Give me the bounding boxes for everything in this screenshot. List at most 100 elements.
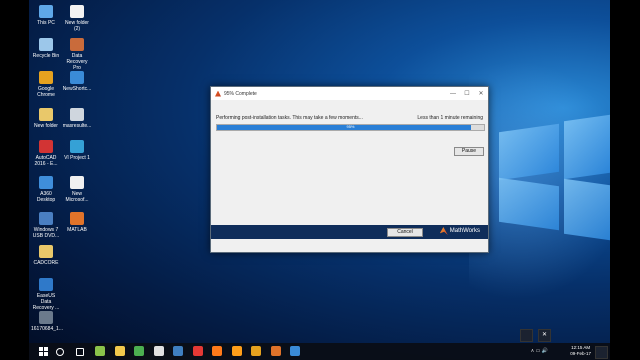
- installer-dialog: 95% Complete — ☐ ✕ Performing post-insta…: [210, 86, 489, 253]
- keyboard-icon: [70, 108, 84, 121]
- desktop-icon[interactable]: Data Recovery Pro: [62, 38, 92, 71]
- desktop-icon-label: EaseUS Data Recovery ...: [32, 293, 60, 311]
- shortcut-icon: [70, 71, 84, 84]
- desktop-icon-label: New folder (2): [65, 20, 89, 32]
- desktop-icon[interactable]: MATLAB: [62, 212, 92, 233]
- document-icon: [70, 176, 84, 189]
- taskbar: ∧ ▭ 🔊 12:15 AM 09-Feb-17: [29, 343, 610, 360]
- dialog-title: 95% Complete: [224, 90, 257, 97]
- mathworks-logo: MathWorks: [439, 227, 480, 235]
- clock-date: 09-Feb-17: [570, 351, 591, 356]
- windows-logo-pane: [499, 123, 559, 181]
- close-button[interactable]: ✕: [474, 90, 488, 97]
- desktop-icon-label: CADCORE: [33, 260, 59, 266]
- installer-icon[interactable]: [290, 346, 300, 356]
- file-explorer-icon[interactable]: [114, 346, 125, 356]
- desktop-icon-label: Google Chrome: [37, 86, 55, 98]
- progress-label: 95%: [346, 124, 355, 129]
- photo-app-icon[interactable]: [173, 346, 183, 356]
- dialog-titlebar: 95% Complete — ☐ ✕: [211, 87, 488, 100]
- a360-icon: [39, 176, 53, 189]
- media-app-icon[interactable]: [153, 346, 164, 356]
- desktop-icon[interactable]: EaseUS Data Recovery ...: [31, 278, 61, 311]
- start-button[interactable]: [39, 347, 48, 356]
- maximize-button[interactable]: ☐: [460, 90, 474, 97]
- computer-icon: [39, 5, 53, 18]
- desktop-icon-label: New folder: [34, 123, 58, 129]
- easeus-icon: [39, 278, 53, 291]
- image-icon: [39, 311, 53, 324]
- desktop-icon-label: Data Recovery Pro: [66, 53, 88, 71]
- desktop-icon[interactable]: NewShortc...: [62, 71, 92, 92]
- close-icon[interactable]: ✕: [538, 329, 551, 342]
- system-tray[interactable]: ∧ ▭ 🔊: [531, 348, 548, 354]
- desktop-icon-label: Recycle Bin: [32, 53, 60, 59]
- desktop-icon[interactable]: 16170684_1...: [31, 311, 63, 332]
- mathworks-icon: [439, 227, 448, 235]
- chrome-icon: [39, 71, 53, 84]
- windows-icon: [44, 352, 48, 356]
- clipboard-icon[interactable]: [520, 329, 533, 342]
- search-icon[interactable]: [56, 348, 64, 356]
- autocad-icon: [39, 140, 53, 153]
- desktop-icon[interactable]: VI Project 1: [62, 140, 92, 161]
- windows-logo-pane: [564, 114, 610, 180]
- desktop-icon[interactable]: New folder (2): [62, 5, 92, 32]
- green-app-icon[interactable]: [134, 346, 144, 356]
- desktop-icon-label: NewShortc...: [62, 86, 92, 92]
- windows-icon: [39, 352, 43, 356]
- time-remaining: Less than 1 minute remaining: [417, 115, 483, 121]
- desktop-icon[interactable]: New Microsof...: [62, 176, 92, 203]
- cancel-button[interactable]: Cancel: [387, 228, 423, 237]
- folder-icon: [39, 245, 53, 258]
- progress-bar: 95%: [216, 124, 485, 131]
- folder-icon: [39, 108, 53, 121]
- desktop-icon-label: A360 Desktop: [36, 191, 56, 203]
- data-recovery-icon: [70, 38, 84, 51]
- desktop-icon[interactable]: A360 Desktop: [31, 176, 61, 203]
- windows-icon: [44, 347, 48, 351]
- windows-logo-pane: [564, 178, 610, 241]
- desktop-icon-label: masresulte...: [62, 123, 92, 129]
- windows-logo-pane: [499, 177, 559, 231]
- recycle-bin-icon: [39, 38, 53, 51]
- camera-app-icon[interactable]: [95, 346, 105, 356]
- desktop-icon[interactable]: Recycle Bin: [31, 38, 61, 59]
- windows-icon: [39, 347, 43, 351]
- usb-dvd-icon: [39, 212, 53, 225]
- notification-icon[interactable]: [595, 346, 608, 359]
- clock[interactable]: 12:15 AM 09-Feb-17: [570, 345, 591, 357]
- status-message: Performing post-installation tasks. This…: [216, 115, 363, 121]
- matlab-icon[interactable]: [270, 346, 281, 356]
- desktop-icon-label: VI Project 1: [64, 155, 90, 161]
- desktop-icon[interactable]: masresulte...: [62, 108, 92, 129]
- desktop-icon[interactable]: Windows 7 USB DVD...: [31, 212, 61, 239]
- wallpaper-beam: [469, 60, 610, 300]
- desktop-icon-label: MATLAB: [67, 227, 87, 233]
- desktop-icon[interactable]: Google Chrome: [31, 71, 61, 98]
- dialog-body: Performing post-installation tasks. This…: [211, 100, 488, 239]
- pause-button[interactable]: Pause: [454, 147, 484, 156]
- desktop-icon[interactable]: New folder: [31, 108, 61, 129]
- desktop-screen: This PC New folder (2) Recycle Bin Data Rec…: [29, 0, 610, 360]
- desktop-icon-label: Windows 7 USB DVD...: [32, 227, 60, 239]
- matlab-icon: [70, 212, 84, 225]
- file-icon: [70, 140, 84, 153]
- opera-icon[interactable]: [192, 346, 203, 356]
- desktop-icon-label: New Microsof...: [65, 191, 89, 203]
- file-icon: [70, 5, 84, 18]
- desktop-icon[interactable]: This PC: [31, 5, 61, 26]
- desktop-icon-label: 16170684_1...: [31, 326, 63, 332]
- desktop-icon[interactable]: CADCORE: [31, 245, 61, 266]
- desktop-icon-label: AutoCAD 2016 - E...: [34, 155, 58, 167]
- brand-name: MathWorks: [449, 228, 480, 234]
- firefox-icon[interactable]: [231, 346, 242, 356]
- dialog-footer: Cancel MathWorks: [211, 225, 488, 239]
- chrome-icon[interactable]: [251, 346, 261, 356]
- task-view-icon[interactable]: [75, 348, 84, 356]
- minimize-button[interactable]: —: [446, 91, 460, 97]
- desktop-icon-label: This PC: [37, 20, 55, 26]
- matlab-icon: [215, 90, 221, 97]
- firefox-icon[interactable]: [212, 346, 222, 356]
- desktop-icon[interactable]: AutoCAD 2016 - E...: [31, 140, 61, 167]
